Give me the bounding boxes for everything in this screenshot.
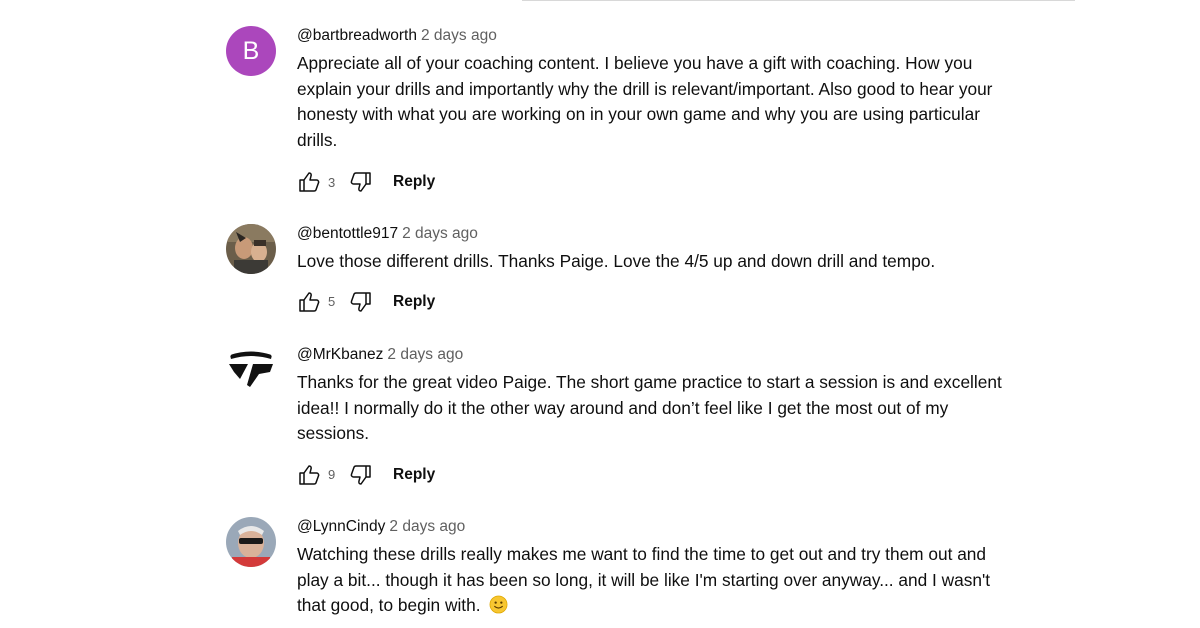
thumbs-down-icon — [350, 172, 371, 193]
author-name[interactable]: @MrKbanez — [297, 346, 383, 363]
comment-time[interactable]: 2 days ago — [389, 518, 465, 535]
avatar-letter: B — [242, 36, 260, 65]
reply-button[interactable]: Reply — [393, 293, 435, 311]
like-button[interactable] — [297, 463, 321, 487]
thumbs-down-icon — [350, 291, 371, 312]
comments-page: B @bartbreadworth 2 days ago Appreciate a… — [0, 0, 1200, 628]
comment-header: @MrKbanez 2 days ago — [297, 345, 1007, 365]
dislike-button[interactable] — [349, 290, 373, 314]
comment-time[interactable]: 2 days ago — [402, 225, 478, 242]
thumbs-up-icon — [299, 465, 320, 485]
comment-body: @LynnCindy 2 days ago Watching these dril… — [297, 517, 1007, 619]
like-count: 9 — [328, 467, 336, 483]
avatar[interactable] — [226, 345, 276, 395]
like-count: 5 — [328, 294, 336, 310]
dislike-button[interactable] — [349, 463, 373, 487]
reply-button[interactable]: Reply — [393, 173, 435, 191]
comment-time[interactable]: 2 days ago — [387, 346, 463, 363]
comment-actions: 9 Reply — [297, 462, 1007, 488]
comment-body: @MrKbanez 2 days ago Thanks for the great… — [297, 345, 1007, 488]
avatar[interactable]: B — [226, 26, 276, 76]
profile-photo — [226, 517, 276, 567]
comment-text: Watching these drills really makes me wa… — [297, 542, 1007, 619]
thumbs-down-icon — [350, 465, 371, 485]
comment-text: Thanks for the great video Paige. The sh… — [297, 372, 1002, 444]
divider — [522, 0, 1075, 1]
reply-button[interactable]: Reply — [393, 466, 435, 484]
like-count: 3 — [328, 174, 336, 190]
author-name[interactable]: @bartbreadworth — [297, 27, 417, 44]
comment-header: @LynnCindy 2 days ago — [297, 517, 1007, 537]
brand-logo-icon — [226, 345, 276, 395]
comment-time[interactable]: 2 days ago — [421, 27, 497, 44]
like-button[interactable] — [297, 170, 321, 194]
profile-photo — [226, 224, 276, 274]
comment-actions: 5 Reply — [297, 289, 1007, 315]
comment-text-content: Watching these drills really makes me wa… — [297, 544, 991, 616]
comment-body: @bentottle917 2 days ago Love those diffe… — [297, 224, 1007, 315]
smiling-face-icon — [489, 595, 507, 614]
comment-body: @bartbreadworth 2 days ago Appreciate all… — [297, 26, 1007, 195]
author-name[interactable]: @LynnCindy — [297, 518, 385, 535]
comment-actions: 3 Reply — [297, 169, 1007, 195]
author-name[interactable]: @bentottle917 — [297, 225, 398, 242]
thumbs-up-icon — [299, 172, 320, 193]
comment-header: @bentottle917 2 days ago — [297, 224, 1007, 244]
thumbs-up-icon — [299, 291, 320, 312]
comment-header: @bartbreadworth 2 days ago — [297, 26, 1007, 46]
comment-text: Love those different drills. Thanks Paig… — [297, 251, 936, 271]
like-button[interactable] — [297, 290, 321, 314]
dislike-button[interactable] — [349, 170, 373, 194]
avatar[interactable] — [226, 517, 276, 567]
avatar[interactable] — [226, 224, 276, 274]
comment-text: Appreciate all of your coaching content.… — [297, 53, 993, 150]
